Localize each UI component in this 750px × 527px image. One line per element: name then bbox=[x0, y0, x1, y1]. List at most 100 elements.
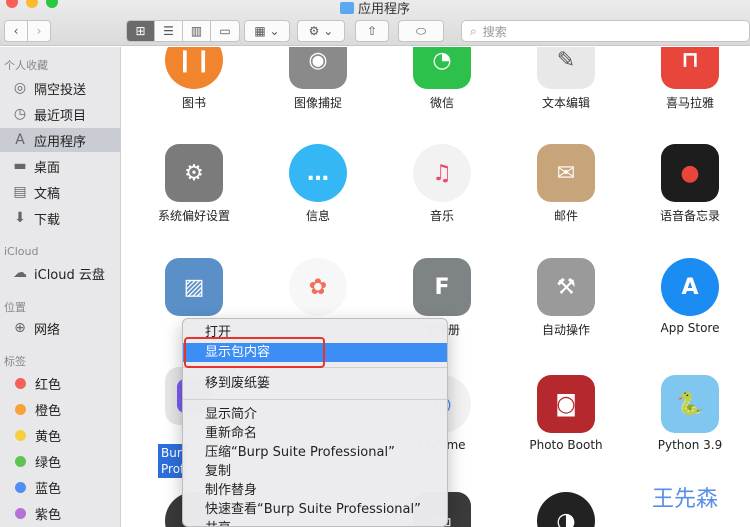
app-ximalaya[interactable]: ⊓ 喜马拉雅 bbox=[628, 47, 750, 111]
python-folder-icon: 🐍 bbox=[661, 375, 719, 433]
app-photos[interactable]: ✿ bbox=[256, 258, 380, 316]
sidebar-item-icloud-drive[interactable]: ☁ iCloud 云盘 bbox=[0, 261, 121, 285]
toolbar: 应用程序 ‹ › ⊞ ☰ ▥ ▭ ▦ ⌄ ⚙ ⌄ ⇧ ⬭ ⌕ 搜索 bbox=[0, 0, 750, 46]
menu-separator bbox=[183, 399, 447, 400]
voice-memos-icon: ● bbox=[661, 144, 719, 202]
red-tag-dot bbox=[15, 377, 26, 389]
photos-icon: ✿ bbox=[289, 258, 347, 316]
search-field[interactable]: ⌕ 搜索 bbox=[461, 20, 750, 42]
document-icon: ▤ bbox=[13, 184, 27, 200]
preview-icon: ▨ bbox=[165, 258, 223, 316]
forward-button[interactable]: › bbox=[27, 20, 51, 42]
menu-item-rename[interactable]: 重新命名 bbox=[183, 424, 447, 443]
app-system-preferences[interactable]: ⚙ 系统偏好设置 bbox=[132, 144, 256, 224]
list-view-button[interactable]: ☰ bbox=[155, 21, 183, 41]
group-icon: ▦ ⌄ bbox=[254, 24, 280, 38]
purple-tag-dot bbox=[15, 507, 26, 519]
group-button[interactable]: ▦ ⌄ bbox=[244, 20, 290, 42]
tag-icon: ⬭ bbox=[415, 23, 427, 38]
desktop-icon: ▬ bbox=[13, 158, 27, 174]
app-voice-memos[interactable]: ● 语音备忘录 bbox=[628, 144, 750, 224]
sidebar-item-downloads[interactable]: ⬇ 下载 bbox=[0, 206, 121, 230]
app-messages[interactable]: … 信息 bbox=[256, 144, 380, 224]
sidebar-tag-yellow[interactable]: 黄色 bbox=[0, 423, 121, 447]
back-button[interactable]: ‹ bbox=[4, 20, 28, 42]
siri-icon: ◑ bbox=[537, 492, 595, 527]
sidebar-tag-purple[interactable]: 紫色 bbox=[0, 501, 121, 525]
wechat-icon: ◔ bbox=[413, 47, 471, 89]
blue-tag-dot bbox=[15, 481, 26, 493]
gallery-view-button[interactable]: ▭ bbox=[211, 21, 239, 41]
menu-item-get-info[interactable]: 显示简介 bbox=[183, 405, 447, 424]
action-button[interactable]: ⚙ ⌄ bbox=[297, 20, 345, 42]
applications-icon: A bbox=[15, 132, 25, 148]
app-automator[interactable]: ⚒ 自动操作 bbox=[504, 258, 628, 338]
window-title: 应用程序 bbox=[0, 0, 750, 17]
orange-tag-dot bbox=[15, 403, 26, 415]
textedit-icon: ✎ bbox=[537, 47, 595, 89]
chevron-right-icon: › bbox=[36, 24, 42, 38]
tags-button[interactable]: ⬭ bbox=[398, 20, 444, 42]
sidebar-item-recents[interactable]: ◷ 最近项目 bbox=[0, 102, 121, 126]
chevron-left-icon: ‹ bbox=[13, 24, 19, 38]
yellow-tag-dot bbox=[15, 429, 26, 441]
folder-icon bbox=[339, 2, 354, 14]
messages-icon: … bbox=[289, 144, 347, 202]
network-icon: ⊕ bbox=[14, 320, 26, 336]
app-siri[interactable]: ◑ bbox=[504, 492, 628, 527]
app-mail[interactable]: ✉ 邮件 bbox=[504, 144, 628, 224]
sidebar-item-documents[interactable]: ▤ 文稿 bbox=[0, 180, 121, 204]
system-preferences-icon: ⚙ bbox=[165, 144, 223, 202]
sidebar-section-tags: 标签 bbox=[4, 355, 26, 368]
airdrop-icon: ◎ bbox=[13, 80, 27, 96]
app-preview[interactable]: ▨ bbox=[132, 258, 256, 316]
share-icon: ⇧ bbox=[366, 24, 378, 38]
sidebar-item-network[interactable]: ⊕ 网络 bbox=[0, 316, 121, 340]
annotation-highlight-box bbox=[184, 337, 325, 368]
sidebar-section-locations: 位置 bbox=[4, 301, 26, 314]
menu-item-move-to-trash[interactable]: 移到废纸篓 bbox=[183, 374, 447, 393]
music-icon: ♫ bbox=[413, 144, 471, 202]
image-capture-icon: ◉ bbox=[289, 47, 347, 89]
sidebar-section-icloud: iCloud bbox=[4, 245, 39, 258]
app-music[interactable]: ♫ 音乐 bbox=[380, 144, 504, 224]
app-image-capture[interactable]: ◉ 图像捕捉 bbox=[256, 47, 380, 111]
font-book-icon: F bbox=[413, 258, 471, 316]
app-app-store[interactable]: A App Store bbox=[628, 258, 750, 335]
sidebar-tag-orange[interactable]: 橙色 bbox=[0, 397, 121, 421]
app-store-icon: A bbox=[661, 258, 719, 316]
app-textedit[interactable]: ✎ 文本编辑 bbox=[504, 47, 628, 111]
watermark: 王先森 bbox=[652, 487, 719, 512]
column-view-button[interactable]: ▥ bbox=[183, 21, 211, 41]
share-button[interactable]: ⇧ bbox=[355, 20, 389, 42]
menu-item-duplicate[interactable]: 复制 bbox=[183, 462, 447, 481]
clock-icon: ◷ bbox=[13, 106, 27, 122]
photo-booth-icon: ◙ bbox=[537, 375, 595, 433]
menu-item-quick-look[interactable]: 快速查看“Burp Suite Professional” bbox=[183, 500, 447, 519]
app-photo-booth[interactable]: ◙ Photo Booth bbox=[504, 375, 628, 452]
menu-item-make-alias[interactable]: 制作替身 bbox=[183, 481, 447, 500]
menu-item-share[interactable]: 共享 bbox=[183, 519, 447, 526]
green-tag-dot bbox=[15, 455, 26, 467]
mail-icon: ✉ bbox=[537, 144, 595, 202]
sidebar-tag-red[interactable]: 红色 bbox=[0, 371, 121, 395]
sidebar-item-applications[interactable]: A 应用程序 bbox=[0, 128, 121, 152]
sidebar-tag-blue[interactable]: 蓝色 bbox=[0, 475, 121, 499]
icon-view-button[interactable]: ⊞ bbox=[127, 21, 155, 41]
menu-item-compress[interactable]: 压缩“Burp Suite Professional” bbox=[183, 443, 447, 462]
app-books[interactable]: ❙❙ 图书 bbox=[132, 47, 256, 111]
app-wechat[interactable]: ◔ 微信 bbox=[380, 47, 504, 111]
sidebar-item-airdrop[interactable]: ◎ 隔空投送 bbox=[0, 76, 121, 100]
sidebar-tag-green[interactable]: 绿色 bbox=[0, 449, 121, 473]
search-icon: ⌕ bbox=[470, 23, 477, 38]
search-placeholder: 搜索 bbox=[482, 24, 507, 39]
books-icon: ❙❙ bbox=[165, 47, 223, 89]
sidebar-item-desktop[interactable]: ▬ 桌面 bbox=[0, 154, 121, 178]
sidebar: 个人收藏 ◎ 隔空投送 ◷ 最近项目 A 应用程序 ▬ 桌面 ▤ 文稿 ⬇ 下载 iClou… bbox=[0, 47, 121, 527]
ximalaya-icon: ⊓ bbox=[661, 47, 719, 89]
automator-icon: ⚒ bbox=[537, 258, 595, 316]
view-mode-switcher: ⊞ ☰ ▥ ▭ bbox=[126, 20, 240, 42]
app-python[interactable]: 🐍 Python 3.9 bbox=[628, 375, 750, 452]
sidebar-section-favorites: 个人收藏 bbox=[4, 59, 48, 72]
download-icon: ⬇ bbox=[14, 210, 26, 226]
